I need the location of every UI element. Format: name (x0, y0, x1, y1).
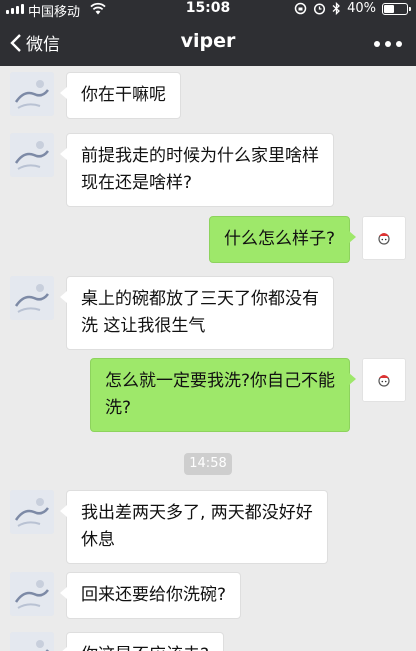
battery-icon (382, 2, 411, 15)
time-divider: 14:58 (184, 453, 232, 475)
nav-bar: 微信 viper (0, 22, 416, 66)
message-bubble[interactable]: 你在干嘛呢 (60, 72, 181, 119)
contact-avatar[interactable] (10, 632, 54, 651)
top-bar: 中国移动 15:08 40% 微信 viper (0, 0, 416, 66)
chat-title: viper (180, 30, 236, 52)
my-avatar[interactable] (362, 358, 406, 402)
bluetooth-icon (332, 2, 341, 15)
my-avatar[interactable] (362, 216, 406, 260)
contact-avatar[interactable] (10, 133, 54, 177)
message-bubble[interactable]: 桌上的碗都放了三天了你都没有 洗 这让我很生气 (60, 276, 334, 350)
battery-percent: 40% (347, 1, 376, 16)
contact-avatar[interactable] (10, 490, 54, 534)
contact-avatar[interactable] (10, 72, 54, 116)
message-bubble[interactable]: 你这是不应该去? (59, 632, 225, 651)
alarm-icon (314, 3, 326, 15)
message-bubble[interactable]: 前提我走的时候为什么家里啥样 现在还是啥样? (60, 133, 334, 207)
message-bubble[interactable]: 怎么就一定要我洗?你自己不能 洗? (89, 358, 357, 432)
status-bar: 中国移动 15:08 40% (0, 0, 416, 20)
chat-area[interactable]: 你在干嘛呢 前提我走的时候为什么家里啥样 现在还是啥样? 什么怎么样子? 桌上的… (0, 66, 416, 651)
contact-avatar[interactable] (10, 572, 54, 616)
message-bubble[interactable]: 我出差两天多了, 两天都没好好 休息 (60, 490, 328, 564)
rotation-lock-icon (294, 2, 307, 15)
contact-avatar[interactable] (10, 276, 54, 320)
message-bubble[interactable]: 什么怎么样子? (208, 216, 357, 263)
more-options-icon[interactable] (374, 41, 402, 47)
message-bubble[interactable]: 回来还要给你洗碗? (59, 572, 242, 619)
